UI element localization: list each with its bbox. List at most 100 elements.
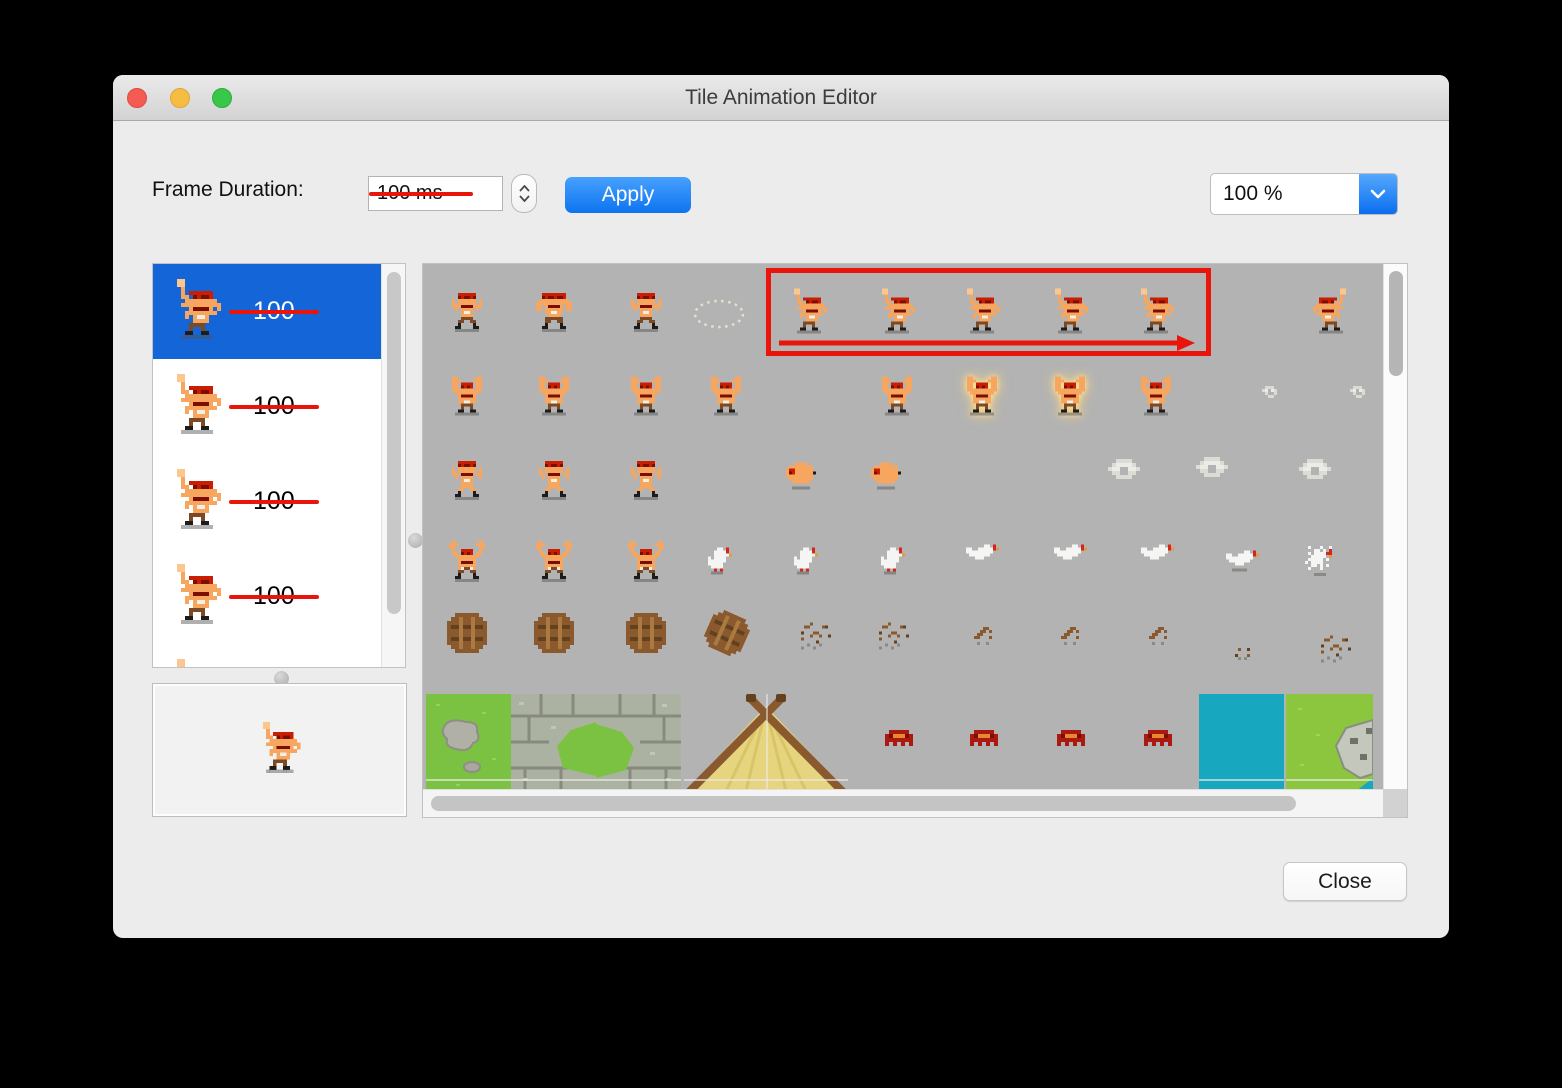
frame-duration-value: 100 xyxy=(229,392,319,420)
dropdown-cap xyxy=(1359,174,1397,214)
smoke-puff[interactable] xyxy=(1196,457,1236,478)
scrollbar-corner xyxy=(1383,789,1407,817)
character-cheer[interactable] xyxy=(625,540,667,583)
barrel[interactable] xyxy=(626,613,667,654)
frame-sprite xyxy=(169,659,229,667)
wood-stick[interactable] xyxy=(1058,624,1088,648)
character-stand[interactable] xyxy=(625,290,667,333)
tile-tent[interactable] xyxy=(684,694,848,791)
character-wave-right[interactable] xyxy=(1310,288,1352,334)
frame-list-scrollbar[interactable] xyxy=(381,264,405,667)
red-critter[interactable] xyxy=(1144,730,1173,747)
frame-duration-value: 100 xyxy=(229,487,319,515)
chevron-down-icon xyxy=(1370,189,1386,199)
tileset-horizontal-scrollbar[interactable] xyxy=(423,789,1385,817)
chicken-fly-shadow[interactable] xyxy=(1223,550,1260,572)
frame-sprite xyxy=(169,279,229,344)
scrollbar-thumb[interactable] xyxy=(1389,271,1403,376)
chicken-fly[interactable] xyxy=(1051,544,1088,560)
character-roll[interactable] xyxy=(783,462,819,490)
barrel[interactable] xyxy=(447,613,488,654)
frame-duration-label: Frame Duration: xyxy=(152,178,304,201)
window-title: Tile Animation Editor xyxy=(685,86,877,109)
character-handsup[interactable] xyxy=(446,376,488,416)
frame-list-item[interactable]: 100 xyxy=(153,644,405,667)
wood-debris-small[interactable] xyxy=(1232,648,1256,661)
frame-list-item[interactable]: 100 xyxy=(153,264,405,359)
red-critter[interactable] xyxy=(1057,730,1086,747)
character-handsup-glow[interactable] xyxy=(1049,376,1091,416)
wood-stick[interactable] xyxy=(1146,624,1176,648)
frame-list-item[interactable]: 100 xyxy=(153,359,405,454)
chicken-fly[interactable] xyxy=(963,544,1000,560)
frame-sprite xyxy=(169,374,229,439)
frame-duration-value: 100 xyxy=(229,297,319,325)
chicken-flutter[interactable] xyxy=(1305,546,1341,577)
frame-duration-value: 100 xyxy=(229,582,319,610)
annotation-arrow-icon xyxy=(779,333,1195,358)
selection-ellipse[interactable] xyxy=(692,297,746,331)
character-wide[interactable] xyxy=(533,290,575,333)
character-pantless[interactable] xyxy=(625,458,667,501)
character-handsup-glow[interactable] xyxy=(961,376,1003,416)
frame-list-item[interactable]: 100 xyxy=(153,549,405,644)
smoke-puff[interactable] xyxy=(1108,459,1148,480)
character-handsup[interactable] xyxy=(876,376,918,416)
frame-duration-input[interactable]: 100 ms xyxy=(368,176,503,211)
zoom-level-select[interactable]: 100 % xyxy=(1210,173,1398,215)
character-roll[interactable] xyxy=(868,462,904,490)
titlebar[interactable]: Tile Animation Editor xyxy=(113,75,1449,121)
vertical-splitter-handle[interactable] xyxy=(408,533,423,548)
chicken-stand[interactable] xyxy=(878,547,914,575)
smoke-small[interactable] xyxy=(1259,386,1283,399)
frame-duration-value: 100 ms xyxy=(369,182,473,204)
character-wave[interactable] xyxy=(788,288,830,334)
frame-sprite xyxy=(169,469,229,534)
wood-debris[interactable] xyxy=(798,622,834,650)
barrel[interactable] xyxy=(534,613,575,654)
animation-preview xyxy=(152,683,407,817)
tile-stone-b[interactable] xyxy=(596,694,681,791)
tile-grass-rock[interactable] xyxy=(1286,694,1374,791)
character-stand[interactable] xyxy=(446,290,488,333)
red-critter[interactable] xyxy=(970,730,999,747)
character-wave[interactable] xyxy=(1135,288,1177,334)
character-handsup[interactable] xyxy=(625,376,667,416)
wood-debris[interactable] xyxy=(1318,635,1354,663)
wood-stick[interactable] xyxy=(971,624,1001,648)
character-pantless[interactable] xyxy=(446,458,488,501)
character-handsup[interactable] xyxy=(705,376,747,416)
character-handsup[interactable] xyxy=(533,376,575,416)
smoke-puff[interactable] xyxy=(1299,459,1339,480)
character-wave[interactable] xyxy=(1049,288,1091,334)
scrollbar-thumb[interactable] xyxy=(431,796,1296,811)
tileset-vertical-scrollbar[interactable] xyxy=(1383,264,1407,791)
chevron-down-icon xyxy=(518,195,530,202)
chicken-fly[interactable] xyxy=(1138,544,1175,560)
tile-animation-editor-window: Tile Animation Editor Frame Duration: 10… xyxy=(113,75,1449,938)
apply-button[interactable]: Apply xyxy=(565,177,691,213)
character-handsup[interactable] xyxy=(1135,376,1177,416)
scrollbar-thumb[interactable] xyxy=(387,272,401,614)
character-wave[interactable] xyxy=(961,288,1003,334)
tile-stone-a[interactable] xyxy=(511,694,596,791)
frame-duration-stepper[interactable] xyxy=(511,174,537,213)
character-cheer[interactable] xyxy=(446,540,488,583)
character-wave[interactable] xyxy=(876,288,918,334)
animation-frame-list[interactable]: 100 100 100 100 100 xyxy=(152,263,406,668)
character-cheer[interactable] xyxy=(533,540,575,583)
character-pantless[interactable] xyxy=(533,458,575,501)
wood-debris[interactable] xyxy=(876,622,912,650)
tile-grass[interactable] xyxy=(426,694,511,791)
tileset-tiles-area[interactable] xyxy=(423,264,1385,791)
chicken-stand[interactable] xyxy=(705,547,741,575)
red-critter[interactable] xyxy=(885,730,914,747)
close-button[interactable]: Close xyxy=(1283,862,1407,901)
zoom-level-value: 100 % xyxy=(1223,182,1283,205)
smoke-small[interactable] xyxy=(1347,386,1371,399)
chicken-stand[interactable] xyxy=(791,547,827,575)
tileset-view[interactable] xyxy=(422,263,1408,818)
barrel-tilted[interactable] xyxy=(703,609,751,657)
frame-list-item[interactable]: 100 xyxy=(153,454,405,549)
tile-water[interactable] xyxy=(1199,694,1284,791)
